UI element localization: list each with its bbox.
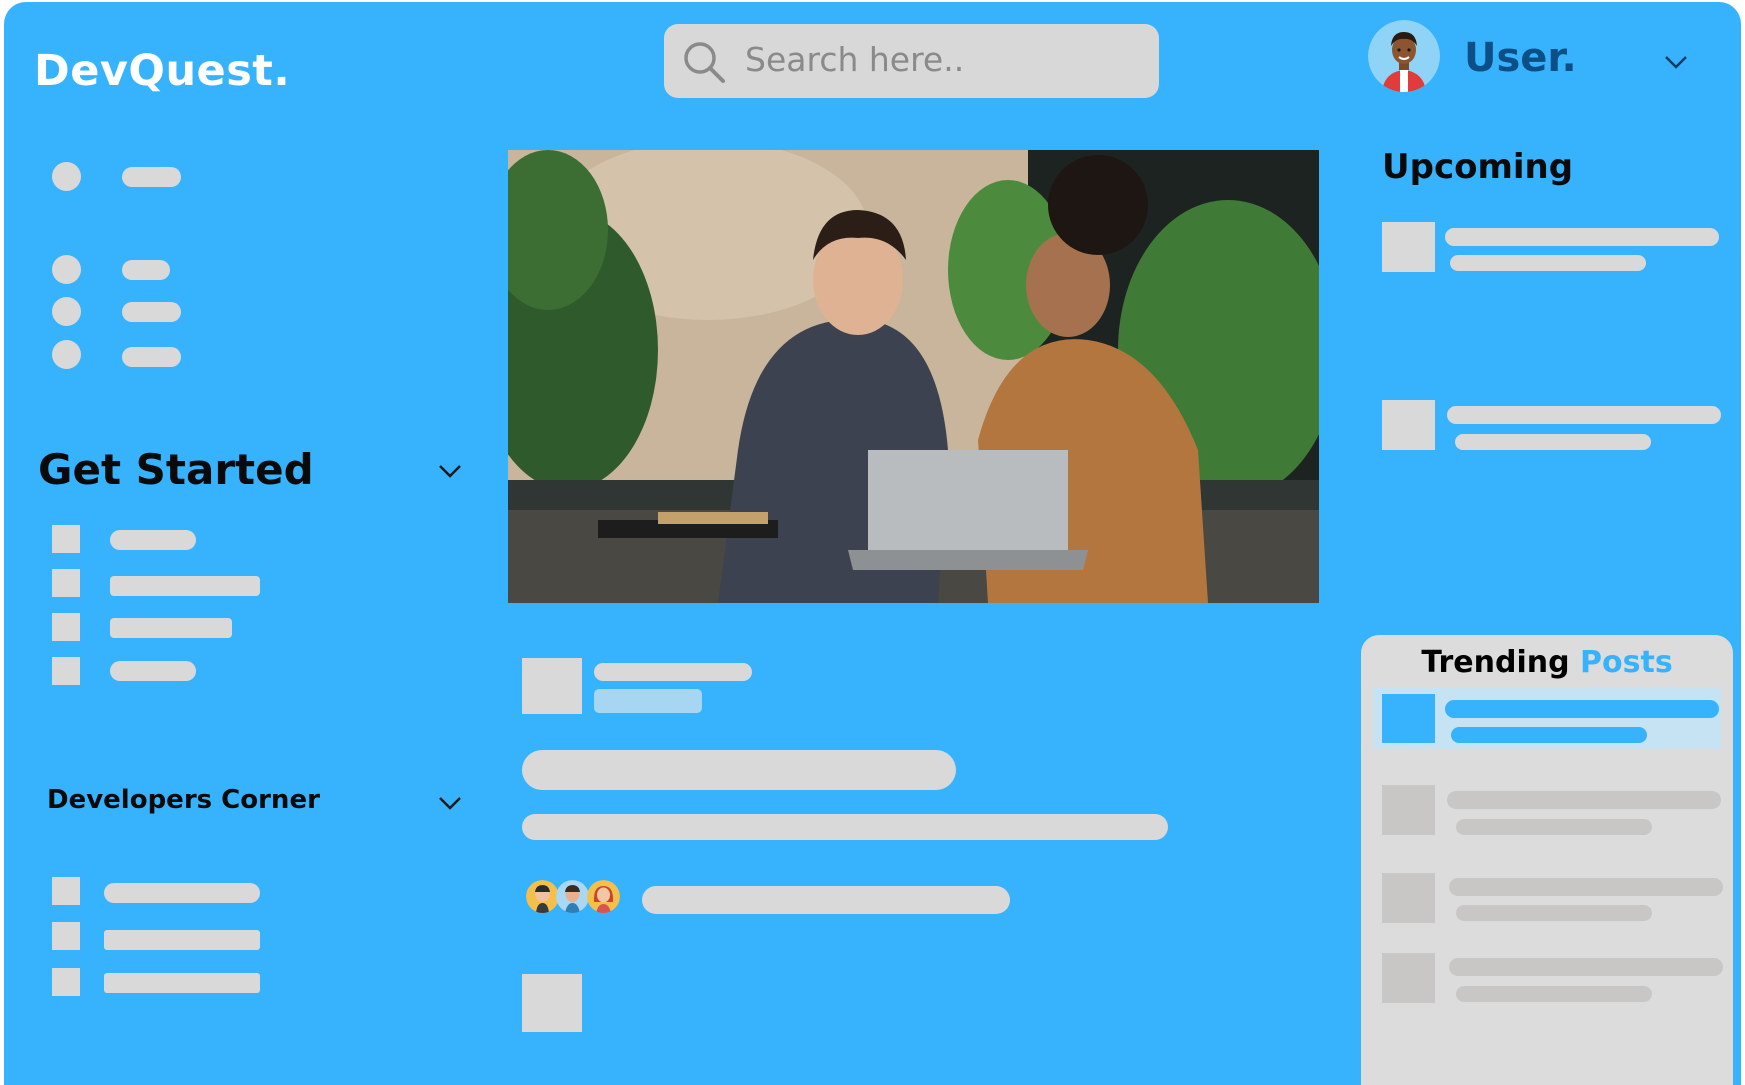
nav-item-placeholder[interactable] bbox=[122, 167, 181, 187]
trending-thumbnail[interactable] bbox=[1382, 694, 1435, 743]
user-avatar-icon[interactable] bbox=[1368, 20, 1440, 92]
post-tag-placeholder[interactable] bbox=[594, 689, 702, 713]
list-item-placeholder[interactable] bbox=[104, 883, 260, 903]
list-item-placeholder[interactable] bbox=[110, 530, 196, 550]
post-thumbnail[interactable] bbox=[522, 658, 582, 714]
upcoming-title-placeholder[interactable] bbox=[1445, 228, 1719, 246]
get-started-title[interactable]: Get Started bbox=[38, 445, 314, 494]
hero-image[interactable] bbox=[508, 150, 1319, 603]
nav-bullet-icon bbox=[52, 255, 81, 284]
list-item-icon bbox=[52, 613, 80, 641]
developers-corner-chevron-down-icon[interactable] bbox=[435, 793, 465, 813]
trending-posts-title: Trending Posts bbox=[1361, 645, 1733, 680]
developers-corner-title[interactable]: Developers Corner bbox=[47, 785, 320, 815]
search-bar[interactable]: Search here.. bbox=[664, 24, 1159, 98]
nav-bullet-icon bbox=[52, 297, 81, 326]
trending-title-placeholder[interactable] bbox=[1447, 791, 1721, 809]
list-item-icon bbox=[52, 525, 80, 553]
upcoming-title[interactable]: Upcoming bbox=[1382, 147, 1573, 187]
trending-subtitle-placeholder bbox=[1456, 905, 1652, 921]
trending-title-placeholder[interactable] bbox=[1445, 700, 1719, 718]
list-item-placeholder[interactable] bbox=[104, 930, 260, 950]
trending-thumbnail[interactable] bbox=[1382, 785, 1435, 835]
posts-word: Posts bbox=[1580, 645, 1673, 680]
upcoming-subtitle-placeholder bbox=[1450, 255, 1646, 271]
trending-title-placeholder[interactable] bbox=[1449, 958, 1723, 976]
trending-thumbnail[interactable] bbox=[1382, 953, 1435, 1003]
post-title-placeholder[interactable] bbox=[522, 750, 956, 790]
nav-bullet-icon bbox=[52, 340, 81, 369]
trending-subtitle-placeholder bbox=[1456, 819, 1652, 835]
participants-placeholder bbox=[642, 886, 1010, 914]
post-author-placeholder[interactable] bbox=[594, 663, 752, 681]
participant-avatar-icon[interactable] bbox=[587, 880, 620, 913]
list-item-placeholder[interactable] bbox=[104, 973, 260, 993]
list-item-placeholder[interactable] bbox=[110, 661, 196, 681]
upcoming-thumbnail[interactable] bbox=[1382, 400, 1435, 450]
trending-subtitle-placeholder bbox=[1456, 986, 1652, 1002]
trending-posts-panel: Trending Posts bbox=[1361, 635, 1733, 1085]
nav-item-placeholder[interactable] bbox=[122, 347, 181, 367]
nav-bullet-icon bbox=[52, 162, 81, 191]
user-name[interactable]: User. bbox=[1464, 35, 1577, 81]
app-logo[interactable]: DevQuest. bbox=[34, 46, 290, 96]
list-item-placeholder[interactable] bbox=[110, 576, 260, 596]
trending-title-placeholder[interactable] bbox=[1449, 878, 1723, 896]
nav-item-placeholder[interactable] bbox=[122, 260, 170, 280]
nav-item-placeholder[interactable] bbox=[122, 302, 181, 322]
post-body-placeholder bbox=[522, 814, 1168, 840]
upcoming-title-placeholder[interactable] bbox=[1447, 406, 1721, 424]
list-item-icon bbox=[52, 569, 80, 597]
search-icon bbox=[684, 42, 725, 83]
trending-thumbnail[interactable] bbox=[1382, 873, 1435, 923]
user-menu-chevron-down-icon[interactable] bbox=[1661, 52, 1691, 72]
upcoming-subtitle-placeholder bbox=[1455, 434, 1651, 450]
participant-avatar-icon[interactable] bbox=[526, 880, 559, 913]
list-item-icon bbox=[52, 968, 80, 996]
search-input[interactable]: Search here.. bbox=[745, 40, 964, 79]
post-thumbnail[interactable] bbox=[522, 974, 582, 1032]
list-item-placeholder[interactable] bbox=[110, 618, 232, 638]
app-window: DevQuest. Search here.. User. Get Starte… bbox=[4, 2, 1741, 1085]
upcoming-thumbnail[interactable] bbox=[1382, 222, 1435, 272]
trending-word: Trending bbox=[1421, 645, 1570, 680]
list-item-icon bbox=[52, 657, 80, 685]
list-item-icon bbox=[52, 922, 80, 950]
trending-subtitle-placeholder bbox=[1451, 727, 1647, 743]
list-item-icon bbox=[52, 877, 80, 905]
get-started-chevron-down-icon[interactable] bbox=[435, 461, 465, 481]
participant-avatar-icon[interactable] bbox=[556, 880, 589, 913]
